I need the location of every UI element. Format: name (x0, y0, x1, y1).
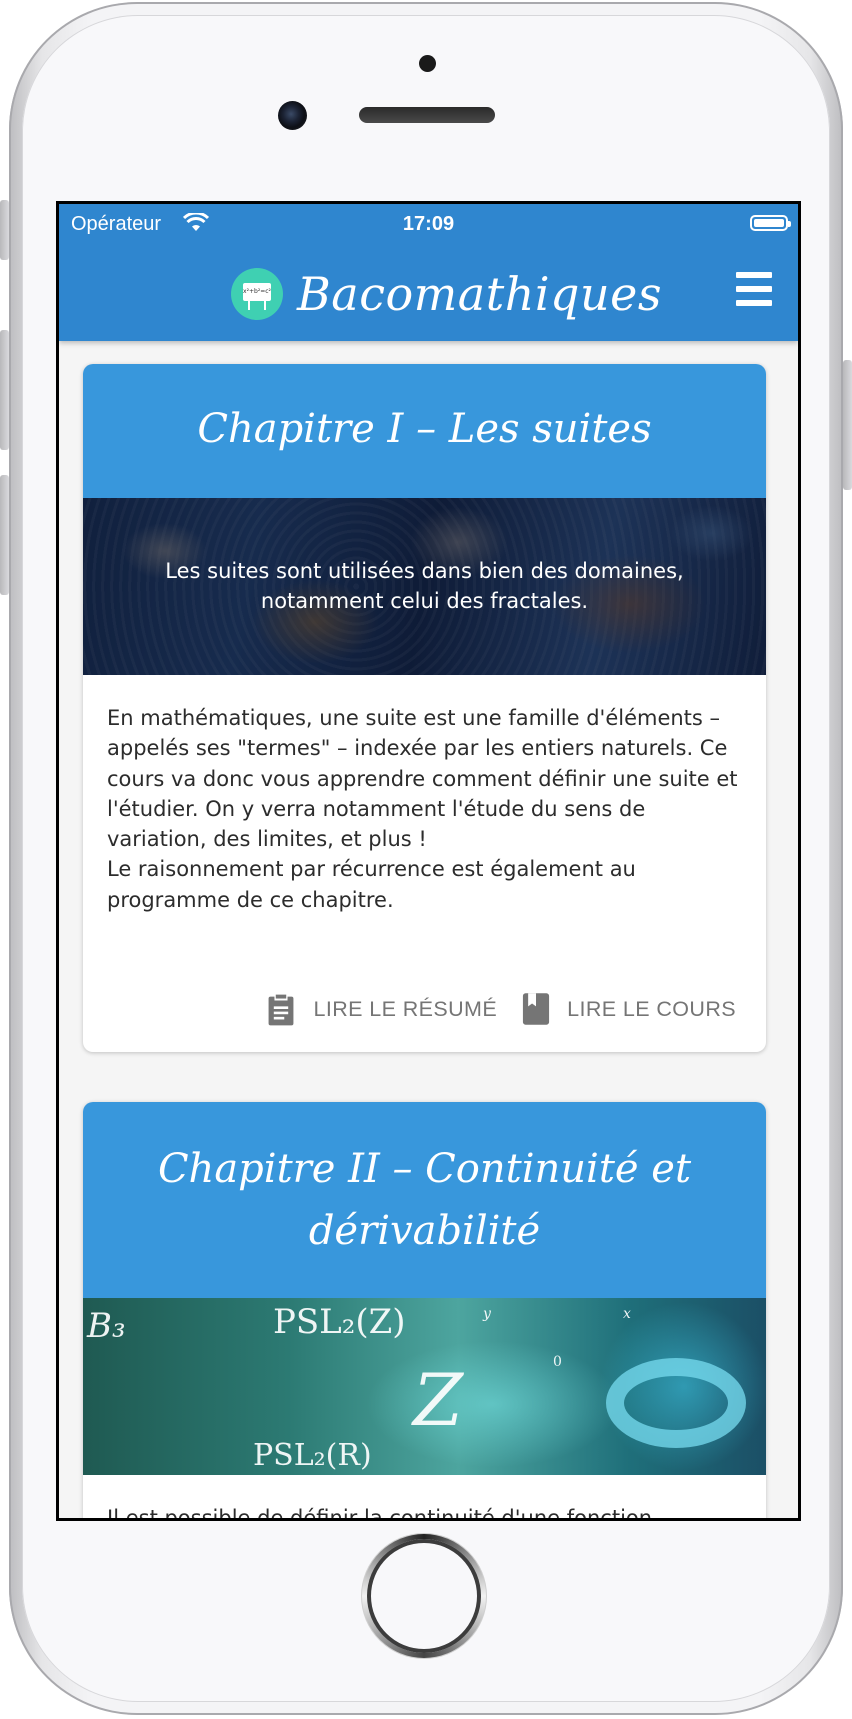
logo-leg (264, 301, 266, 310)
proximity-sensor (419, 55, 436, 72)
card-actions: LIRE LE RÉSUMÉ LIRE LE COURS (265, 992, 736, 1026)
book-icon (523, 993, 550, 1025)
chapter-description: Il est possible de définir la continuité… (83, 1475, 766, 1518)
power-button (843, 360, 852, 490)
chapter-banner-image: Les suites sont utilisées dans bien des … (83, 498, 766, 675)
logo-leg (248, 301, 250, 310)
description-paragraph: Le raisonnement par récurrence est égale… (107, 857, 636, 912)
app-bar: Opérateur 17:09 x²+b²=c² Bacomathiques (59, 204, 798, 341)
chapter-title: Chapitre I – Les suites (83, 364, 766, 498)
chapter-description: En mathématiques, une suite est une fami… (83, 675, 766, 915)
mute-switch (0, 200, 9, 260)
read-summary-label: LIRE LE RÉSUMÉ (313, 996, 498, 1021)
logo-text: x²+b²=c² (243, 283, 271, 301)
volume-down-button (0, 475, 9, 595)
chapter-list[interactable]: Chapitre I – Les suites Les suites sont … (59, 341, 798, 1518)
menu-icon[interactable] (736, 272, 772, 306)
read-summary-button[interactable]: LIRE LE RÉSUMÉ (265, 992, 497, 1026)
screen: Opérateur 17:09 x²+b²=c² Bacomathiques C… (56, 201, 801, 1521)
home-button[interactable] (362, 1534, 486, 1658)
torus-graphic (606, 1358, 746, 1448)
app-title: Bacomathiques (297, 267, 662, 321)
menu-bar (736, 286, 772, 292)
description-paragraph: Il est possible de définir la continuité… (107, 1506, 653, 1518)
chapter-title: Chapitre II – Continuité et dérivabilité (83, 1102, 766, 1298)
banner-caption: Les suites sont utilisées dans bien des … (165, 559, 684, 613)
math-symbol: PSL₂(R) (253, 1438, 372, 1473)
app-brand: x²+b²=c² Bacomathiques (231, 266, 662, 322)
math-symbol: y (483, 1306, 491, 1322)
chapter-card: Chapitre I – Les suites Les suites sont … (83, 364, 766, 1052)
clock: 17:09 (402, 213, 455, 235)
read-course-label: LIRE LE COURS (567, 996, 736, 1021)
math-symbol: Z (413, 1358, 464, 1442)
description-paragraph: En mathématiques, une suite est une fami… (107, 706, 738, 852)
clipboard-icon (269, 994, 294, 1026)
status-bar: Opérateur 17:09 (59, 204, 798, 244)
battery-icon (750, 215, 791, 231)
math-symbol: PSL₂(Z) (273, 1302, 406, 1342)
read-course-button[interactable]: LIRE LE COURS (521, 992, 736, 1026)
chapter-card: Chapitre II – Continuité et dérivabilité… (83, 1102, 766, 1518)
chapter-banner-image: B₃ PSL₂(Z) Z PSL₂(R) 0 y x (83, 1298, 766, 1475)
front-camera-icon (278, 101, 307, 130)
menu-bar (736, 272, 772, 278)
earpiece-speaker (359, 107, 495, 123)
menu-bar (736, 300, 772, 306)
math-symbol: x (623, 1306, 631, 1322)
math-symbol: 0 (553, 1354, 562, 1370)
math-symbol: B₃ (87, 1306, 126, 1346)
volume-up-button (0, 330, 9, 450)
logo-icon: x²+b²=c² (231, 268, 283, 320)
